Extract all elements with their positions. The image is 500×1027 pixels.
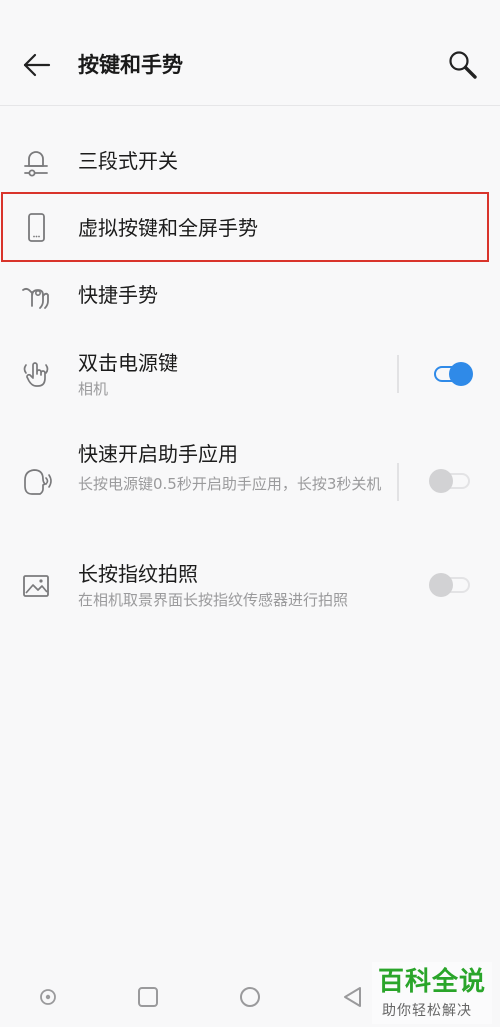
- nav-recents-button[interactable]: [135, 984, 161, 1010]
- triangle-left-icon: [344, 987, 361, 1007]
- setting-fingerprint-photo[interactable]: 长按指纹拍照 在相机取景界面长按指纹传感器进行拍照: [0, 550, 500, 630]
- divider: [397, 463, 399, 501]
- dot-circle-icon: [40, 989, 56, 1005]
- setting-title: 双击电源键: [78, 351, 178, 375]
- setting-subtitle: 在相机取景界面长按指纹传感器进行拍照: [78, 591, 349, 609]
- back-button[interactable]: [22, 50, 52, 80]
- watermark-subtitle: 助你轻松解决: [382, 1003, 472, 1019]
- setting-title: 快速开启助手应用: [78, 442, 238, 466]
- circle-icon: [240, 987, 260, 1007]
- setting-subtitle: 长按电源键0.5秒开启助手应用，长按3秒关机: [78, 475, 382, 493]
- image-icon: [20, 570, 52, 602]
- setting-double-tap-power[interactable]: 双击电源键 相机: [0, 340, 500, 420]
- setting-subtitle: 相机: [78, 380, 109, 398]
- setting-virtual-keys[interactable]: 虚拟按键和全屏手势: [0, 194, 500, 260]
- toggle-knob: [429, 573, 453, 597]
- phone-icon: [20, 212, 52, 244]
- square-icon: [138, 987, 158, 1007]
- double-tap-icon: [20, 357, 52, 389]
- watermark: 百科全说 助你轻松解决: [372, 962, 492, 1024]
- quick-assistant-toggle[interactable]: [429, 467, 475, 495]
- watermark-title: 百科全说: [378, 967, 487, 997]
- double-tap-power-toggle[interactable]: [429, 360, 475, 388]
- nav-back-button[interactable]: [340, 984, 366, 1010]
- setting-title: 虚拟按键和全屏手势: [78, 216, 258, 240]
- nav-assist-button[interactable]: [35, 984, 61, 1010]
- toggle-knob: [449, 362, 473, 386]
- page-title: 按键和手势: [78, 53, 183, 77]
- setting-title: 三段式开关: [78, 149, 178, 173]
- gesture-icon: [20, 280, 52, 312]
- alert-slider-icon: [20, 146, 52, 178]
- search-icon: [449, 51, 477, 79]
- setting-quick-assistant[interactable]: 快速开启助手应用 长按电源键0.5秒开启助手应用，长按3秒关机: [0, 436, 500, 536]
- arrow-left-icon: [23, 53, 51, 77]
- search-button[interactable]: [447, 49, 479, 81]
- nav-home-button[interactable]: [237, 984, 263, 1010]
- setting-alert-slider[interactable]: 三段式开关: [0, 128, 500, 194]
- fingerprint-photo-toggle[interactable]: [429, 571, 475, 599]
- setting-title: 快捷手势: [78, 283, 158, 307]
- toggle-knob: [429, 469, 453, 493]
- setting-quick-gestures[interactable]: 快捷手势: [0, 262, 500, 328]
- divider: [397, 355, 399, 393]
- app-bar: 按键和手势: [0, 0, 500, 106]
- setting-title: 长按指纹拍照: [78, 562, 198, 586]
- assistant-icon: [20, 466, 52, 498]
